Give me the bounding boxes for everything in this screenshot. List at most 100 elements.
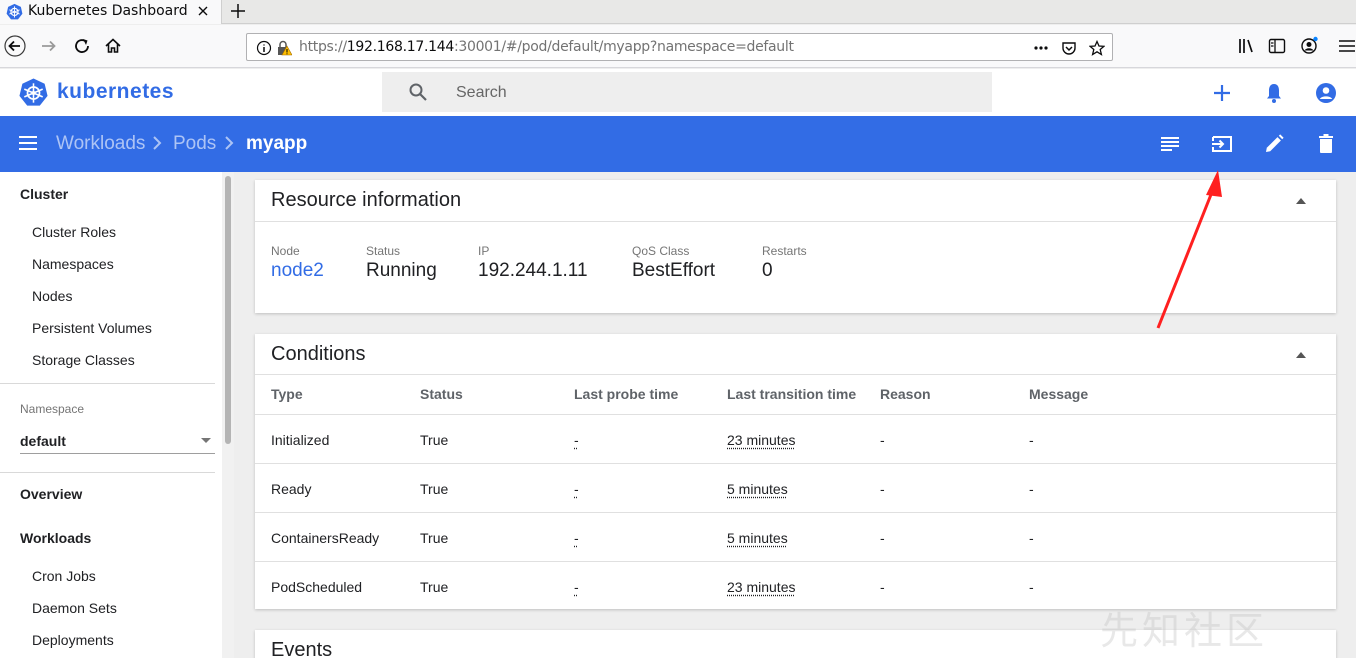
sidebar-heading-workloads[interactable]: Workloads <box>20 530 91 546</box>
annotation-arrow-icon <box>1156 170 1222 329</box>
cell-type: PodScheduled <box>271 579 363 595</box>
kubernetes-logo-icon[interactable] <box>18 77 49 108</box>
column-header-message: Message <box>1029 386 1089 402</box>
url-path: :30001/#/pod/default/myapp?namespace=def… <box>453 39 794 55</box>
sidebar-heading-cluster[interactable]: Cluster <box>20 186 68 202</box>
sidebar-scrollbar[interactable] <box>222 172 234 658</box>
cell-last-probe-time: - <box>574 530 579 546</box>
cell-message: - <box>1029 530 1034 546</box>
pocket-icon[interactable] <box>1061 40 1077 56</box>
node-link[interactable]: node2 <box>271 260 324 282</box>
cell-last-probe-time: - <box>574 481 579 497</box>
browser-tab-title: Kubernetes Dashboard <box>28 3 188 19</box>
browser-nav-bar: https://192.168.17.144:30001/#/pod/defau… <box>0 25 1356 68</box>
logs-icon[interactable] <box>1158 132 1182 156</box>
bookmark-star-icon[interactable] <box>1089 40 1105 56</box>
sidebar-item-deployments[interactable]: Deployments <box>32 632 114 648</box>
edit-pencil-icon[interactable] <box>1262 132 1286 156</box>
cell-last-transition-time: 23 minutes <box>727 579 796 595</box>
url-host: 192.168.17.144 <box>346 39 454 55</box>
account-icon[interactable] <box>1298 35 1320 57</box>
chevron-right-icon <box>153 136 162 150</box>
cell-type: ContainersReady <box>271 530 380 546</box>
restarts-label: Restarts <box>762 244 807 258</box>
collapse-arrow-icon[interactable] <box>1296 352 1306 358</box>
cell-reason: - <box>880 481 885 497</box>
namespace-select[interactable]: default <box>20 430 215 454</box>
cell-status: True <box>420 530 449 546</box>
sidebar-divider <box>0 472 215 473</box>
sidebar-item-storage-classes[interactable]: Storage Classes <box>32 352 135 368</box>
card-title: Conditions <box>271 343 366 365</box>
library-icon[interactable] <box>1236 35 1258 57</box>
ip-label: IP <box>478 244 490 258</box>
back-icon[interactable] <box>4 35 26 57</box>
forward-icon[interactable] <box>38 35 60 57</box>
insecure-lock-icon[interactable] <box>276 40 292 56</box>
dropdown-arrow-icon <box>201 438 211 443</box>
info-icon[interactable] <box>256 40 272 56</box>
collapse-arrow-icon[interactable] <box>1296 198 1306 204</box>
status-label: Status <box>366 244 401 258</box>
cell-reason: - <box>880 579 885 595</box>
home-icon[interactable] <box>102 35 124 57</box>
qos-class-label: QoS Class <box>632 244 690 258</box>
search-icon <box>409 83 427 101</box>
url-bar[interactable]: https://192.168.17.144:30001/#/pod/defau… <box>246 33 1113 61</box>
table-row: Initialized True - 23 minutes - - <box>255 414 1336 463</box>
cell-message: - <box>1029 481 1034 497</box>
namespace-label: Namespace <box>20 402 85 416</box>
delete-trash-icon[interactable] <box>1314 132 1338 156</box>
column-header-reason: Reason <box>880 386 931 402</box>
table-row: Ready True - 5 minutes - - <box>255 463 1336 512</box>
close-tab-icon[interactable] <box>195 3 211 19</box>
qos-class-value: BestEffort <box>632 260 716 281</box>
browser-tab[interactable]: Kubernetes Dashboard <box>0 0 222 24</box>
scrollbar-thumb[interactable] <box>225 176 231 444</box>
column-header-last-transition-time: Last transition time <box>727 386 857 402</box>
cell-message: - <box>1029 579 1034 595</box>
sidebar-toggle-icon[interactable] <box>1266 35 1288 57</box>
page-toolbar: Workloads Pods myapp <box>0 116 1356 172</box>
card-title: Resource information <box>271 189 462 211</box>
column-header-last-probe-time: Last probe time <box>574 386 679 402</box>
hamburger-menu-icon[interactable] <box>17 132 39 154</box>
kubernetes-favicon-icon <box>6 3 23 20</box>
exec-shell-icon[interactable] <box>1210 132 1234 156</box>
cell-last-probe-time: - <box>574 579 579 595</box>
sidebar-nav: Cluster Cluster Roles Namespaces Nodes P… <box>0 172 222 658</box>
cell-last-transition-time: 5 minutes <box>727 530 788 546</box>
create-plus-icon[interactable] <box>1210 81 1234 105</box>
watermark-text: 先知社区 <box>1100 609 1269 653</box>
sidebar-item-namespaces[interactable]: Namespaces <box>32 256 114 272</box>
sidebar-item-nodes[interactable]: Nodes <box>32 288 72 304</box>
cell-last-transition-time: 5 minutes <box>727 481 788 497</box>
column-header-status: Status <box>420 386 463 402</box>
app-header: kubernetes Search <box>0 69 1356 116</box>
search-input[interactable]: Search <box>382 72 992 112</box>
conditions-card: Conditions Type Status Last probe time L… <box>255 334 1336 609</box>
column-header-type: Type <box>271 386 303 402</box>
user-account-icon[interactable] <box>1314 81 1338 105</box>
sidebar-item-cluster-roles[interactable]: Cluster Roles <box>32 224 116 240</box>
app-title[interactable]: kubernetes <box>57 80 174 104</box>
sidebar-item-overview[interactable]: Overview <box>20 486 82 502</box>
sidebar-item-persistent-volumes[interactable]: Persistent Volumes <box>32 320 152 336</box>
reload-icon[interactable] <box>71 35 93 57</box>
cell-type: Initialized <box>271 432 330 448</box>
cell-last-probe-time: - <box>574 432 579 448</box>
notifications-bell-icon[interactable] <box>1262 81 1286 105</box>
more-actions-icon[interactable] <box>1033 40 1049 56</box>
breadcrumb-pods[interactable]: Pods <box>173 133 216 155</box>
cell-reason: - <box>880 530 885 546</box>
new-tab-icon[interactable] <box>229 2 247 20</box>
restarts-value: 0 <box>762 260 773 281</box>
sidebar-item-cron-jobs[interactable]: Cron Jobs <box>32 568 96 584</box>
menu-icon[interactable] <box>1336 35 1356 57</box>
cell-last-transition-time: 23 minutes <box>727 432 796 448</box>
status-value: Running <box>366 260 437 281</box>
url-text: https://192.168.17.144:30001/#/pod/defau… <box>299 39 794 55</box>
sidebar-item-daemon-sets[interactable]: Daemon Sets <box>32 600 117 616</box>
breadcrumb-workloads[interactable]: Workloads <box>56 133 145 155</box>
table-row: ContainersReady True - 5 minutes - - <box>255 512 1336 561</box>
